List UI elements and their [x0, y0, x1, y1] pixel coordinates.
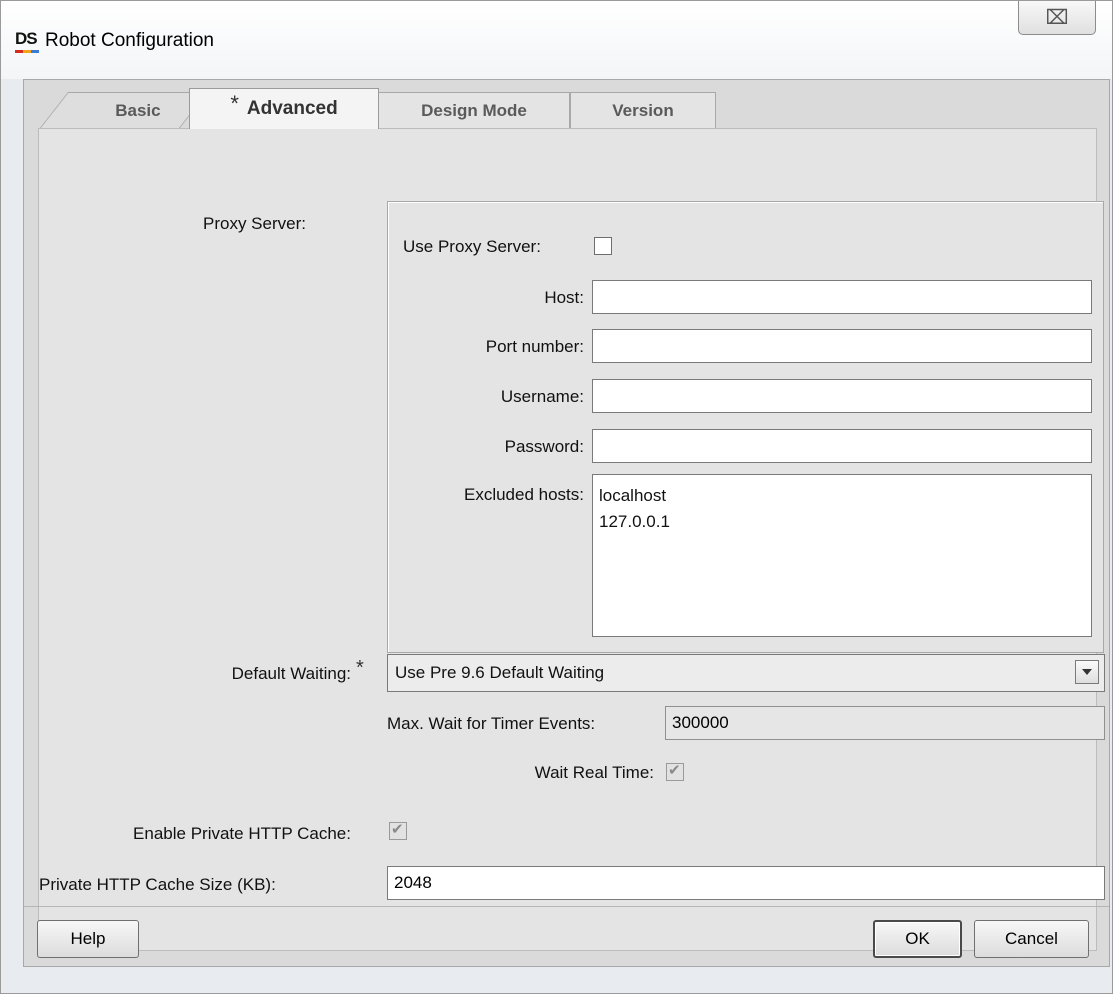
tab-advanced[interactable]: * Advanced — [189, 88, 379, 129]
robot-configuration-dialog: DS Robot Configuration ⌧ Basic Design Mo… — [0, 0, 1113, 994]
excluded-hosts-label: Excluded hosts: — [463, 485, 584, 504]
ok-button-label: OK — [905, 929, 930, 948]
cache-size-label: Private HTTP Cache Size (KB): — [39, 875, 276, 894]
wait-real-time-label: Wait Real Time: — [534, 763, 654, 782]
tab-design-mode[interactable]: Design Mode — [378, 92, 570, 128]
port-number-label: Port number: — [485, 337, 584, 356]
default-waiting-value: Use Pre 9.6 Default Waiting — [395, 663, 605, 682]
proxy-server-label: Proxy Server: — [203, 214, 306, 233]
divider — [24, 906, 1109, 907]
max-wait-label: Max. Wait for Timer Events: — [387, 714, 596, 733]
default-waiting-label: Default Waiting: — [231, 664, 351, 683]
modified-marker: * — [230, 91, 239, 116]
port-number-input[interactable] — [592, 329, 1092, 363]
tab-basic[interactable]: Basic — [39, 92, 209, 128]
title-bar: DS Robot Configuration ⌧ — [1, 1, 1112, 79]
default-waiting-select[interactable]: Use Pre 9.6 Default Waiting — [387, 654, 1105, 692]
wait-real-time-checkbox[interactable] — [666, 761, 684, 781]
enable-cache-checkbox[interactable] — [389, 820, 407, 840]
use-proxy-label: Use Proxy Server: — [403, 237, 541, 256]
close-icon: ⌧ — [1045, 7, 1069, 29]
max-wait-input[interactable]: 300000 — [665, 706, 1105, 740]
password-label: Password: — [504, 437, 584, 456]
tab-basic-label: Basic — [115, 100, 162, 120]
username-input[interactable] — [592, 379, 1092, 413]
tab-design-mode-label: Design Mode — [421, 100, 527, 120]
tab-version-label: Version — [612, 100, 674, 120]
cache-size-input[interactable]: 2048 — [387, 866, 1105, 900]
help-button-label: Help — [70, 929, 106, 948]
username-label: Username: — [500, 387, 584, 406]
password-input[interactable] — [592, 429, 1092, 463]
use-proxy-checkbox[interactable] — [594, 237, 612, 255]
close-button[interactable]: ⌧ — [1018, 1, 1096, 35]
cancel-button[interactable]: Cancel — [974, 920, 1089, 958]
cancel-button-label: Cancel — [1005, 929, 1058, 948]
enable-cache-label: Enable Private HTTP Cache: — [133, 824, 351, 843]
advanced-tab-panel: Proxy Server: Use Proxy Server: Host: Po… — [38, 128, 1105, 951]
tab-advanced-label: Advanced — [246, 98, 338, 119]
modified-marker-waiting: * — [356, 657, 364, 679]
host-label: Host: — [544, 288, 584, 307]
ok-button[interactable]: OK — [873, 920, 962, 958]
help-button[interactable]: Help — [37, 920, 139, 958]
chevron-down-icon[interactable] — [1075, 660, 1099, 684]
dialog-client-area: Basic Design Mode Version * Advanced Pro… — [23, 79, 1110, 967]
app-logo-icon: DS — [15, 30, 39, 53]
host-input[interactable] — [592, 280, 1092, 314]
tab-version[interactable]: Version — [570, 92, 716, 128]
excluded-hosts-textarea[interactable]: localhost 127.0.0.1 — [592, 474, 1092, 637]
window-title: Robot Configuration — [45, 30, 214, 51]
